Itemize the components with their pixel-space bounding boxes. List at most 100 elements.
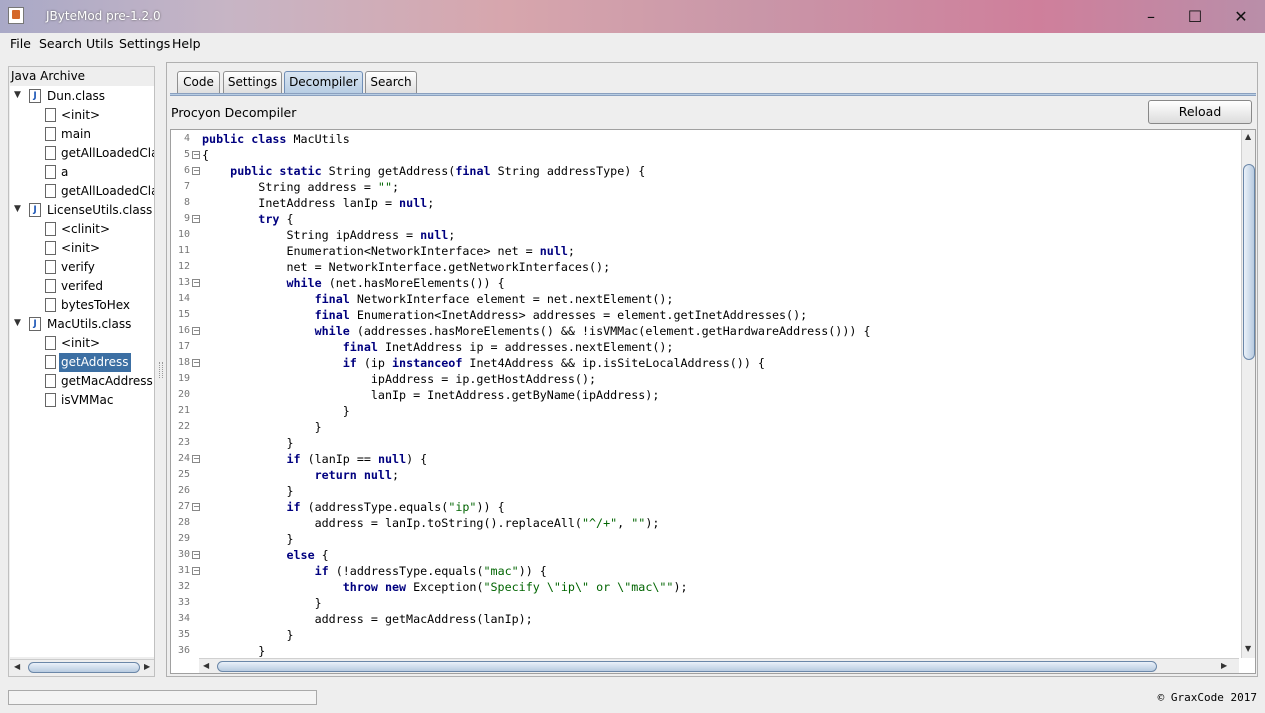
tree-method-node[interactable]: bytesToHex <box>10 296 154 315</box>
code-line[interactable]: try { <box>202 211 293 227</box>
tree-method-node[interactable]: isVMMac <box>10 391 154 410</box>
code-line[interactable]: if (lanIp == null) { <box>202 451 427 467</box>
tree-method-node[interactable]: <init> <box>10 106 154 125</box>
code-line[interactable]: } <box>202 595 322 611</box>
code-line[interactable]: public static String getAddress(final St… <box>202 163 645 179</box>
code-line[interactable]: throw new Exception("Specify \"ip\" or \… <box>202 579 688 595</box>
menu-utils[interactable]: Utils <box>86 36 114 51</box>
code-line[interactable]: if (addressType.equals("ip")) { <box>202 499 504 515</box>
code-line[interactable]: final InetAddress ip = addresses.nextEle… <box>202 339 674 355</box>
code-line[interactable]: while (net.hasMoreElements()) { <box>202 275 504 291</box>
tree-method-node[interactable]: verifed <box>10 277 154 296</box>
minimize-icon[interactable]: – <box>1128 0 1174 33</box>
code-hscroll-thumb[interactable] <box>217 661 1157 672</box>
code-line[interactable]: } <box>202 627 293 643</box>
tree-horizontal-scrollbar[interactable]: ◀ ▶ <box>10 659 154 676</box>
tree-method-node[interactable]: a <box>10 163 154 182</box>
code-line[interactable]: net = NetworkInterface.getNetworkInterfa… <box>202 259 610 275</box>
close-icon[interactable]: ✕ <box>1218 0 1264 33</box>
tree-method-node[interactable]: verify <box>10 258 154 277</box>
scroll-down-icon[interactable]: ▼ <box>1245 644 1251 653</box>
code-line[interactable]: Enumeration<NetworkInterface> net = null… <box>202 243 575 259</box>
tree-scroll-thumb[interactable] <box>28 662 140 673</box>
code-line[interactable]: String address = ""; <box>202 179 399 195</box>
line-number: 32 <box>177 581 190 592</box>
code-line[interactable]: } <box>202 435 293 451</box>
tree-class-node[interactable]: ▼ J Dun.class <box>10 87 154 106</box>
tab-code[interactable]: Code <box>177 71 220 93</box>
code-line[interactable]: else { <box>202 547 328 563</box>
code-line[interactable]: } <box>202 643 265 658</box>
fold-toggle-icon[interactable]: − <box>192 551 200 559</box>
code-line[interactable]: } <box>202 483 293 499</box>
code-horizontal-scrollbar[interactable]: ◀ ▶ <box>199 658 1239 673</box>
code-line[interactable]: final NetworkInterface element = net.nex… <box>202 291 674 307</box>
fold-toggle-icon[interactable]: − <box>192 279 200 287</box>
code-line[interactable]: return null; <box>202 467 399 483</box>
tree-method-node[interactable]: getAllLoadedClas <box>10 144 154 163</box>
expand-toggle-icon[interactable]: ▼ <box>14 319 23 328</box>
method-file-icon <box>45 260 56 274</box>
tab-decompiler[interactable]: Decompiler <box>284 71 363 93</box>
code-line[interactable]: { <box>202 147 209 163</box>
code-line[interactable]: String ipAddress = null; <box>202 227 455 243</box>
fold-toggle-icon[interactable]: − <box>192 359 200 367</box>
line-number: 8 <box>183 197 190 208</box>
menu-settings[interactable]: Settings <box>119 36 170 51</box>
code-line[interactable]: while (addresses.hasMoreElements() && !i… <box>202 323 871 339</box>
maximize-icon[interactable]: ☐ <box>1172 0 1218 33</box>
tree-method-node[interactable]: <init> <box>10 334 154 353</box>
split-pane-divider[interactable] <box>158 66 164 677</box>
menu-help[interactable]: Help <box>172 36 201 51</box>
fold-toggle-icon[interactable]: − <box>192 503 200 511</box>
scroll-right-icon[interactable]: ▶ <box>144 662 150 671</box>
tab-settings[interactable]: Settings <box>223 71 282 93</box>
tree-method-node[interactable]: getMacAddress <box>10 372 154 391</box>
tree-method-node[interactable]: <clinit> <box>10 220 154 239</box>
fold-toggle-icon[interactable]: − <box>192 151 200 159</box>
tree-class-node[interactable]: ▼ J MacUtils.class <box>10 315 154 334</box>
code-line[interactable]: address = getMacAddress(lanIp); <box>202 611 533 627</box>
code-vertical-scrollbar[interactable]: ▲ ▼ <box>1241 130 1255 658</box>
tree-method-node[interactable]: main <box>10 125 154 144</box>
tree-method-node[interactable]: getAddress <box>10 353 154 372</box>
code-vscroll-thumb[interactable] <box>1243 164 1255 360</box>
code-line[interactable]: if (ip instanceof Inet4Address && ip.isS… <box>202 355 765 371</box>
reload-button[interactable]: Reload <box>1148 100 1252 124</box>
code-line[interactable]: } <box>202 419 322 435</box>
code-line[interactable]: if (!addressType.equals("mac")) { <box>202 563 547 579</box>
fold-toggle-icon[interactable]: − <box>192 167 200 175</box>
fold-toggle-icon[interactable]: − <box>192 327 200 335</box>
scroll-up-icon[interactable]: ▲ <box>1245 132 1251 141</box>
class-tree[interactable]: ▼ J Dun.class <init> main getAllLoadedClas a ge… <box>10 86 154 657</box>
expand-toggle-icon[interactable]: ▼ <box>14 91 23 100</box>
code-line[interactable]: address = lanIp.toString().replaceAll("^… <box>202 515 660 531</box>
scroll-left-icon[interactable]: ◀ <box>14 662 20 671</box>
code-line[interactable]: final Enumeration<InetAddress> addresses… <box>202 307 808 323</box>
menu-file[interactable]: File <box>10 36 31 51</box>
code-area[interactable]: public class MacUtils{ public static Str… <box>202 130 1239 658</box>
divider-grip[interactable] <box>159 362 163 378</box>
expand-toggle-icon[interactable]: ▼ <box>14 205 23 214</box>
code-line[interactable]: InetAddress lanIp = null; <box>202 195 434 211</box>
code-line[interactable]: public class MacUtils <box>202 131 350 147</box>
tree-method-node[interactable]: <init> <box>10 239 154 258</box>
tree-method-node[interactable]: getAllLoadedClas <box>10 182 154 201</box>
code-editor[interactable]: 4 5−6−7 8 9−10 11 12 13−14 15 16−17 18−19 20 21 22 23… <box>170 129 1256 674</box>
scroll-right-icon[interactable]: ▶ <box>1221 661 1227 670</box>
fold-toggle-icon[interactable]: − <box>192 567 200 575</box>
tree-class-node[interactable]: ▼ J LicenseUtils.class <box>10 201 154 220</box>
code-text: (lanIp == <box>307 452 378 466</box>
code-line[interactable]: ipAddress = ip.getHostAddress(); <box>202 371 596 387</box>
scroll-left-icon[interactable]: ◀ <box>203 661 209 670</box>
menu-search[interactable]: Search <box>39 36 82 51</box>
fold-toggle-icon[interactable]: − <box>192 455 200 463</box>
code-text: } <box>202 628 294 642</box>
code-line[interactable]: lanIp = InetAddress.getByName(ipAddress)… <box>202 387 660 403</box>
code-line[interactable]: } <box>202 531 293 547</box>
fold-toggle-icon[interactable]: − <box>192 215 200 223</box>
code-line[interactable]: } <box>202 403 350 419</box>
tab-search[interactable]: Search <box>365 71 417 93</box>
